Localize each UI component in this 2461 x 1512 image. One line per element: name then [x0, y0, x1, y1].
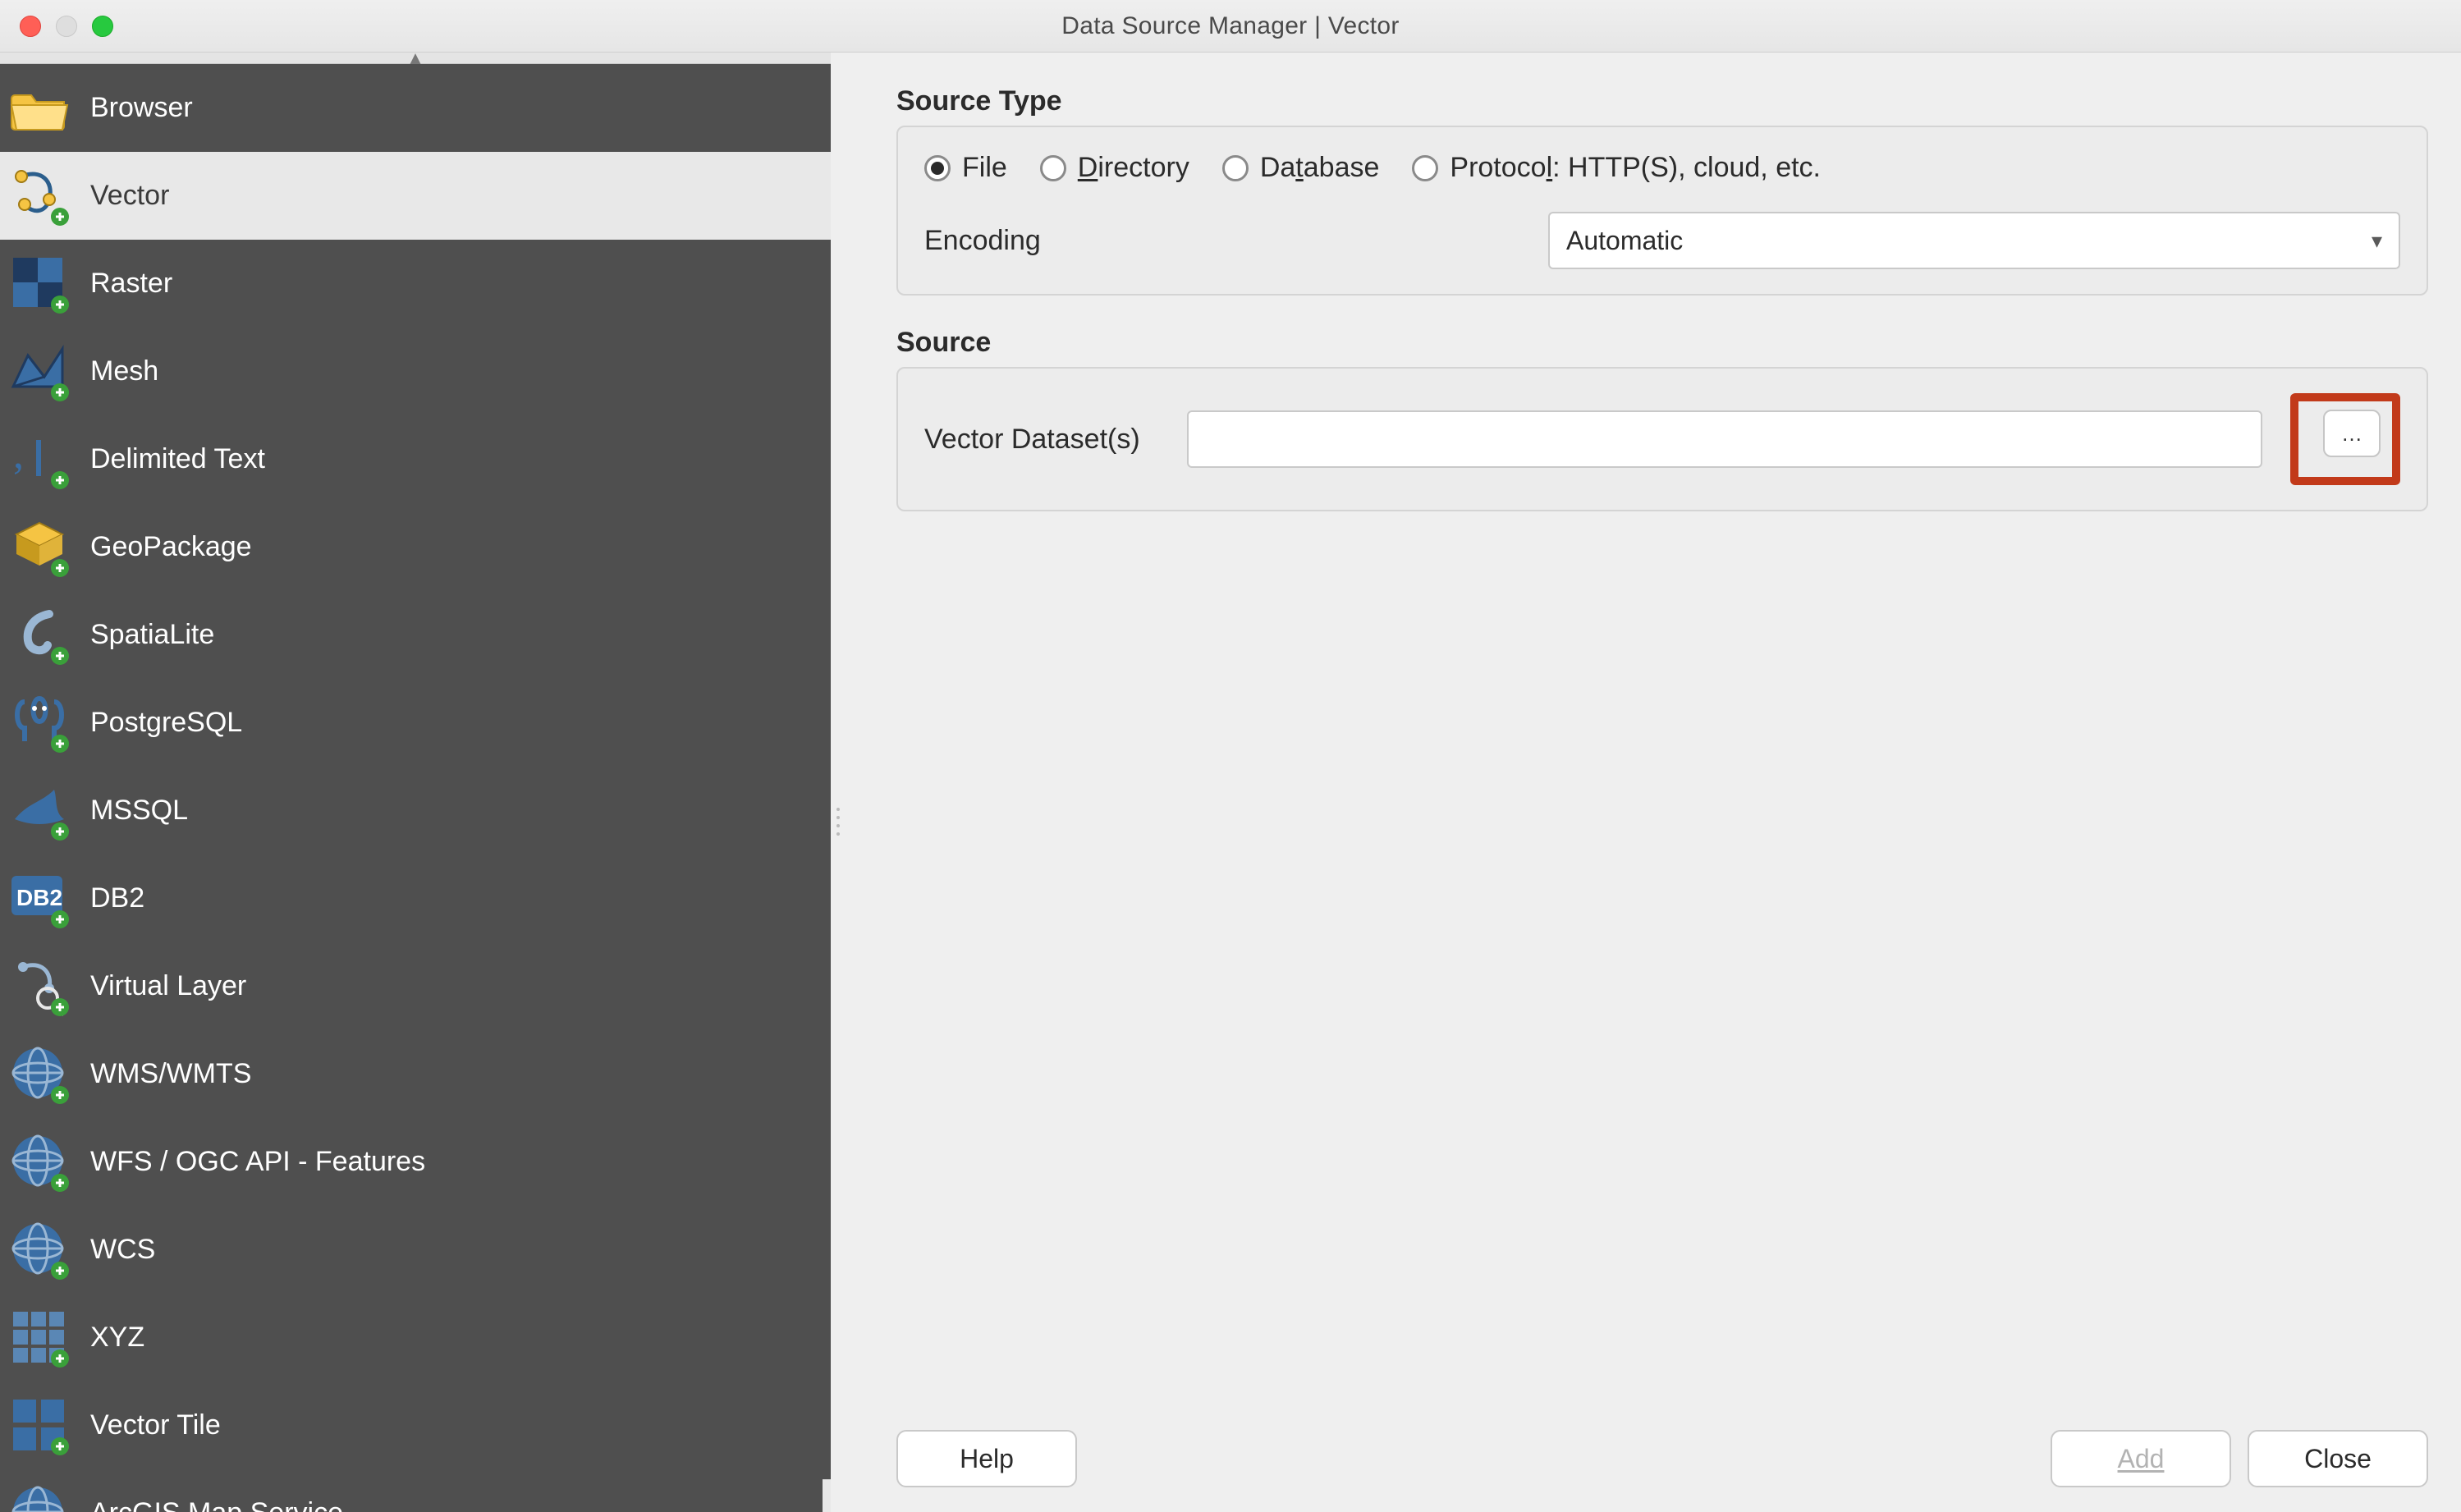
sidebar-item-raster[interactable]: Raster [0, 240, 831, 328]
main-panel: Source Type File Directory Database Protoco… [847, 53, 2461, 1512]
radio-label: Directory [1078, 152, 1189, 184]
add-button[interactable]: Add [2051, 1430, 2231, 1487]
encoding-value: Automatic [1566, 226, 1683, 256]
mssql-icon [8, 780, 71, 842]
sidebar-item-label: WFS / OGC API - Features [90, 1146, 425, 1178]
help-button[interactable]: Help [896, 1430, 1077, 1487]
delimited-icon: , [8, 428, 71, 491]
globe-icon [8, 1043, 71, 1106]
encoding-select[interactable]: Automatic ▾ [1548, 212, 2400, 269]
zoom-window-icon[interactable] [92, 16, 113, 37]
sidebar-item-wfs-ogc-api-features[interactable]: WFS / OGC API - Features [0, 1118, 831, 1206]
mesh-icon [8, 341, 71, 403]
sidebar-item-wcs[interactable]: WCS [0, 1206, 831, 1294]
source-group: Vector Dataset(s) … [896, 367, 2428, 511]
sidebar-item-label: WCS [90, 1234, 155, 1266]
sidebar-items: Browser Vector Raster Mesh, Delimited Text Ge… [0, 64, 831, 1512]
geopackage-icon [8, 516, 71, 579]
traffic-lights [0, 16, 113, 37]
sidebar-item-wms-wmts[interactable]: WMS/WMTS [0, 1030, 831, 1118]
spatialite-icon [8, 604, 71, 667]
title-bar: Data Source Manager | Vector [0, 0, 2461, 53]
sidebar-item-label: Raster [90, 268, 172, 300]
sidebar-item-label: Vector [90, 180, 169, 212]
sidebar-item-label: Virtual Layer [90, 970, 246, 1002]
sidebar: ▲ Browser Vector Raster Mesh, Delimited Text… [0, 53, 831, 1512]
vector-icon [8, 165, 71, 227]
source-type-radio-directory[interactable]: Directory [1040, 152, 1189, 184]
minimize-window-icon[interactable] [56, 16, 77, 37]
svg-text:,: , [13, 431, 24, 478]
radio-label: File [962, 152, 1007, 184]
radio-icon [1222, 155, 1249, 181]
dataset-input[interactable] [1187, 410, 2262, 468]
sidebar-item-arcgis-map-service[interactable]: ArcGIS Map Service [0, 1469, 831, 1512]
sidebar-item-delimited-text[interactable]: , Delimited Text [0, 415, 831, 503]
source-type-radio-database[interactable]: Database [1222, 152, 1380, 184]
browse-highlight: … [2290, 393, 2400, 485]
radio-icon [1040, 155, 1066, 181]
sidebar-item-label: Vector Tile [90, 1409, 221, 1441]
virtual-icon [8, 955, 71, 1018]
sidebar-item-label: SpatiaLite [90, 619, 214, 651]
window-title: Data Source Manager | Vector [0, 12, 2461, 40]
sidebar-item-mesh[interactable]: Mesh [0, 328, 831, 415]
globe3-icon [8, 1219, 71, 1281]
close-button[interactable]: Close [2248, 1430, 2428, 1487]
encoding-label: Encoding [924, 225, 1515, 257]
sidebar-item-xyz[interactable]: XYZ [0, 1294, 831, 1381]
sidebar-item-label: PostgreSQL [90, 707, 242, 739]
encoding-row: Encoding Automatic ▾ [924, 212, 2400, 269]
postgres-icon [8, 692, 71, 754]
chevron-down-icon: ▾ [2372, 228, 2382, 254]
db2-icon: DB2 [8, 868, 71, 930]
sidebar-item-label: DB2 [90, 882, 144, 914]
radio-icon [1412, 155, 1438, 181]
sidebar-item-label: WMS/WMTS [90, 1058, 251, 1090]
sidebar-item-label: Browser [90, 92, 193, 124]
sidebar-item-spatialite[interactable]: SpatiaLite [0, 591, 831, 679]
sidebar-item-postgresql[interactable]: PostgreSQL [0, 679, 831, 767]
sidebar-item-browser[interactable]: Browser [0, 64, 831, 152]
sidebar-item-label: Mesh [90, 355, 158, 387]
browse-button[interactable]: … [2323, 410, 2381, 457]
sidebar-item-geopackage[interactable]: GeoPackage [0, 503, 831, 591]
footer: Help Add Close [896, 1413, 2428, 1487]
arcgis-icon [8, 1482, 71, 1512]
sidebar-item-vector-tile[interactable]: Vector Tile [0, 1381, 831, 1469]
folder-icon [8, 77, 71, 140]
xyz-icon [8, 1307, 71, 1369]
body: ▲ Browser Vector Raster Mesh, Delimited Text… [0, 53, 2461, 1512]
source-type-radio-row: File Directory Database Protocol: HTTP(S), … [924, 152, 2400, 184]
source-type-radio-protocol[interactable]: Protocol: HTTP(S), cloud, etc. [1412, 152, 1821, 184]
sidebar-item-label: XYZ [90, 1322, 144, 1354]
sidebar-item-mssql[interactable]: MSSQL [0, 767, 831, 855]
sidebar-item-label: GeoPackage [90, 531, 252, 563]
dataset-label: Vector Dataset(s) [924, 424, 1167, 456]
sidebar-item-label: MSSQL [90, 795, 188, 827]
svg-text:DB2: DB2 [16, 885, 62, 910]
vectortile-icon [8, 1395, 71, 1457]
source-type-title: Source Type [896, 85, 2428, 117]
source-title: Source [896, 327, 2428, 359]
globe2-icon [8, 1131, 71, 1194]
radio-label: Protocol: HTTP(S), cloud, etc. [1450, 152, 1821, 184]
splitter-handle[interactable] [831, 53, 847, 1512]
close-window-icon[interactable] [20, 16, 41, 37]
dataset-row: Vector Dataset(s) … [924, 393, 2400, 485]
sidebar-item-virtual-layer[interactable]: Virtual Layer [0, 942, 831, 1030]
radio-icon [924, 155, 951, 181]
sidebar-item-label: Delimited Text [90, 443, 265, 475]
raster-icon [8, 253, 71, 315]
source-type-radio-file[interactable]: File [924, 152, 1007, 184]
sidebar-scroll-up[interactable]: ▲ [0, 53, 831, 64]
source-type-group: File Directory Database Protocol: HTTP(S), … [896, 126, 2428, 296]
sidebar-item-vector[interactable]: Vector [0, 152, 831, 240]
sidebar-item-db2[interactable]: DB2 DB2 [0, 855, 831, 942]
sidebar-item-label: ArcGIS Map Service [90, 1497, 343, 1512]
radio-label: Database [1260, 152, 1380, 184]
